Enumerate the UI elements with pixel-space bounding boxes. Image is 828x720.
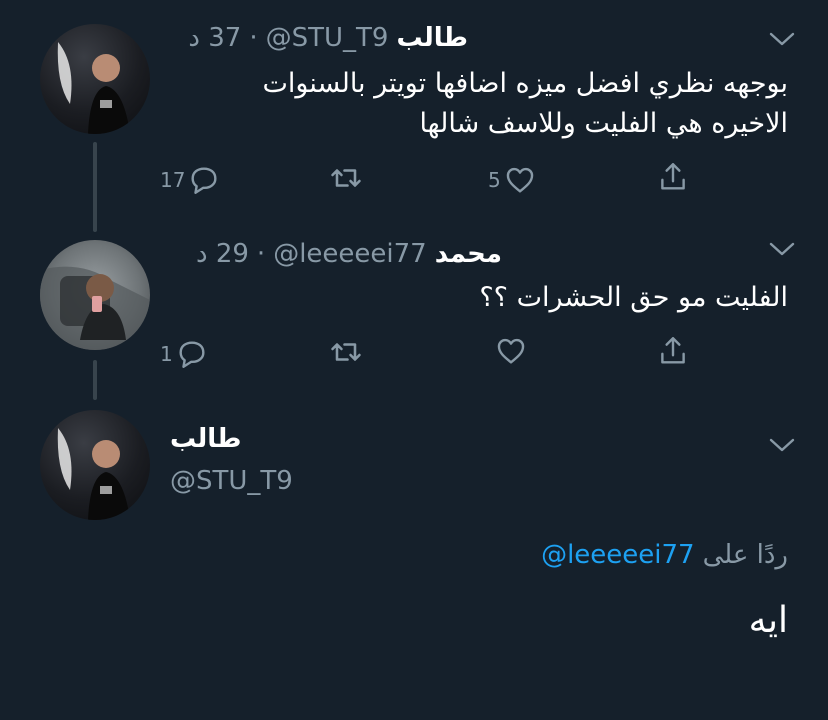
thread-line [93,360,97,400]
handle[interactable]: @leeeeei77 [273,239,427,269]
reply-count: 17 [160,168,186,192]
share-icon [661,163,685,190]
tweet-header: محمد @leeeeei77 · 29 د [196,236,502,272]
mention-link[interactable]: @leeeeei77 [541,540,695,570]
display-name[interactable]: طالب [170,424,242,454]
avatar[interactable] [40,410,150,520]
chevron-down-icon[interactable] [768,30,796,48]
reply-context: @leeeeei77 ردًا على [541,540,788,570]
display-name[interactable]: محمد [435,239,502,269]
tweet-text: الفليت مو حق الحشرات ؟؟ [479,282,788,313]
retweet-icon [331,169,361,187]
tweet-text-line: الاخيره هي الفليت وللاسف شالها [419,108,788,139]
avatar[interactable] [40,24,150,134]
tweet-text: بوجهه نظري افضل ميزه اضافها تويتر بالسنو… [188,64,788,144]
chevron-down-icon[interactable] [768,436,796,454]
tweet-text: ايه [748,600,788,641]
tweet-text-line: بوجهه نظري افضل ميزه اضافها تويتر بالسنو… [262,68,788,99]
reply-prefix: ردًا على [702,540,788,570]
like-icon [497,338,525,364]
timestamp[interactable]: 37 د [188,23,241,53]
avatar[interactable] [40,240,150,350]
like-count: 5 [488,168,501,192]
share-button[interactable] [656,160,690,200]
reply-icon [191,167,217,194]
reply-icon [179,341,205,368]
retweet-icon [331,343,361,361]
share-button[interactable] [656,334,690,374]
retweet-button[interactable] [328,160,364,200]
reply-count: 1 [160,342,173,366]
separator-dot: · [256,239,266,269]
display-name[interactable]: طالب [396,23,468,53]
reply-button[interactable]: 1 [160,334,209,374]
like-button[interactable] [494,334,528,374]
reply-button[interactable]: 17 [160,160,221,200]
thread-line [93,142,97,232]
timestamp[interactable]: 29 د [196,239,249,269]
separator-dot: · [249,23,258,53]
tweet-header: طالب @STU_T9 · 37 د [188,20,468,56]
retweet-button[interactable] [328,334,364,374]
share-icon [661,337,685,364]
handle[interactable]: @STU_T9 [170,466,293,496]
like-icon [506,167,533,193]
chevron-down-icon[interactable] [768,240,796,258]
handle[interactable]: @STU_T9 [266,23,389,53]
like-button[interactable]: 5 [488,160,537,200]
